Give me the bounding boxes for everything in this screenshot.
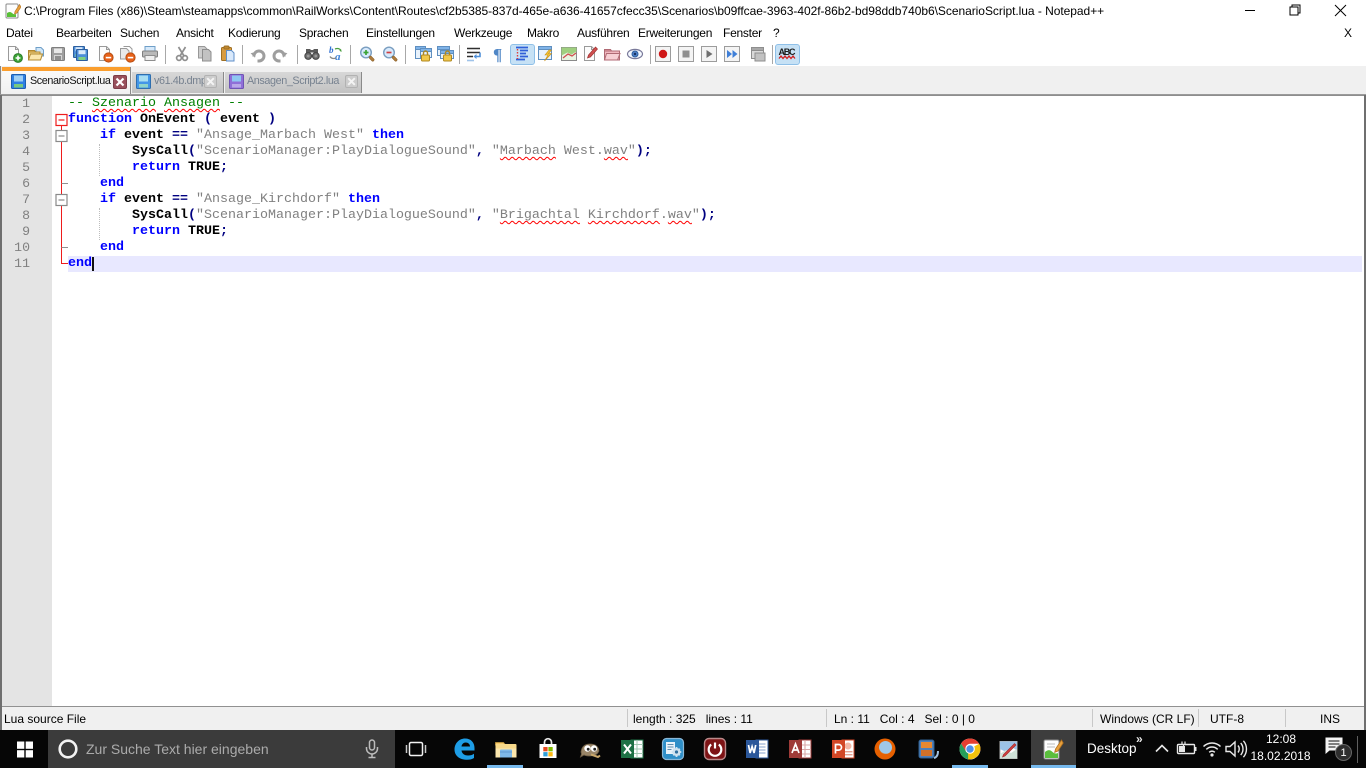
svg-text:¶: ¶ <box>493 45 502 63</box>
svg-text:a: a <box>335 51 341 63</box>
svg-text:b: b <box>329 45 334 55</box>
